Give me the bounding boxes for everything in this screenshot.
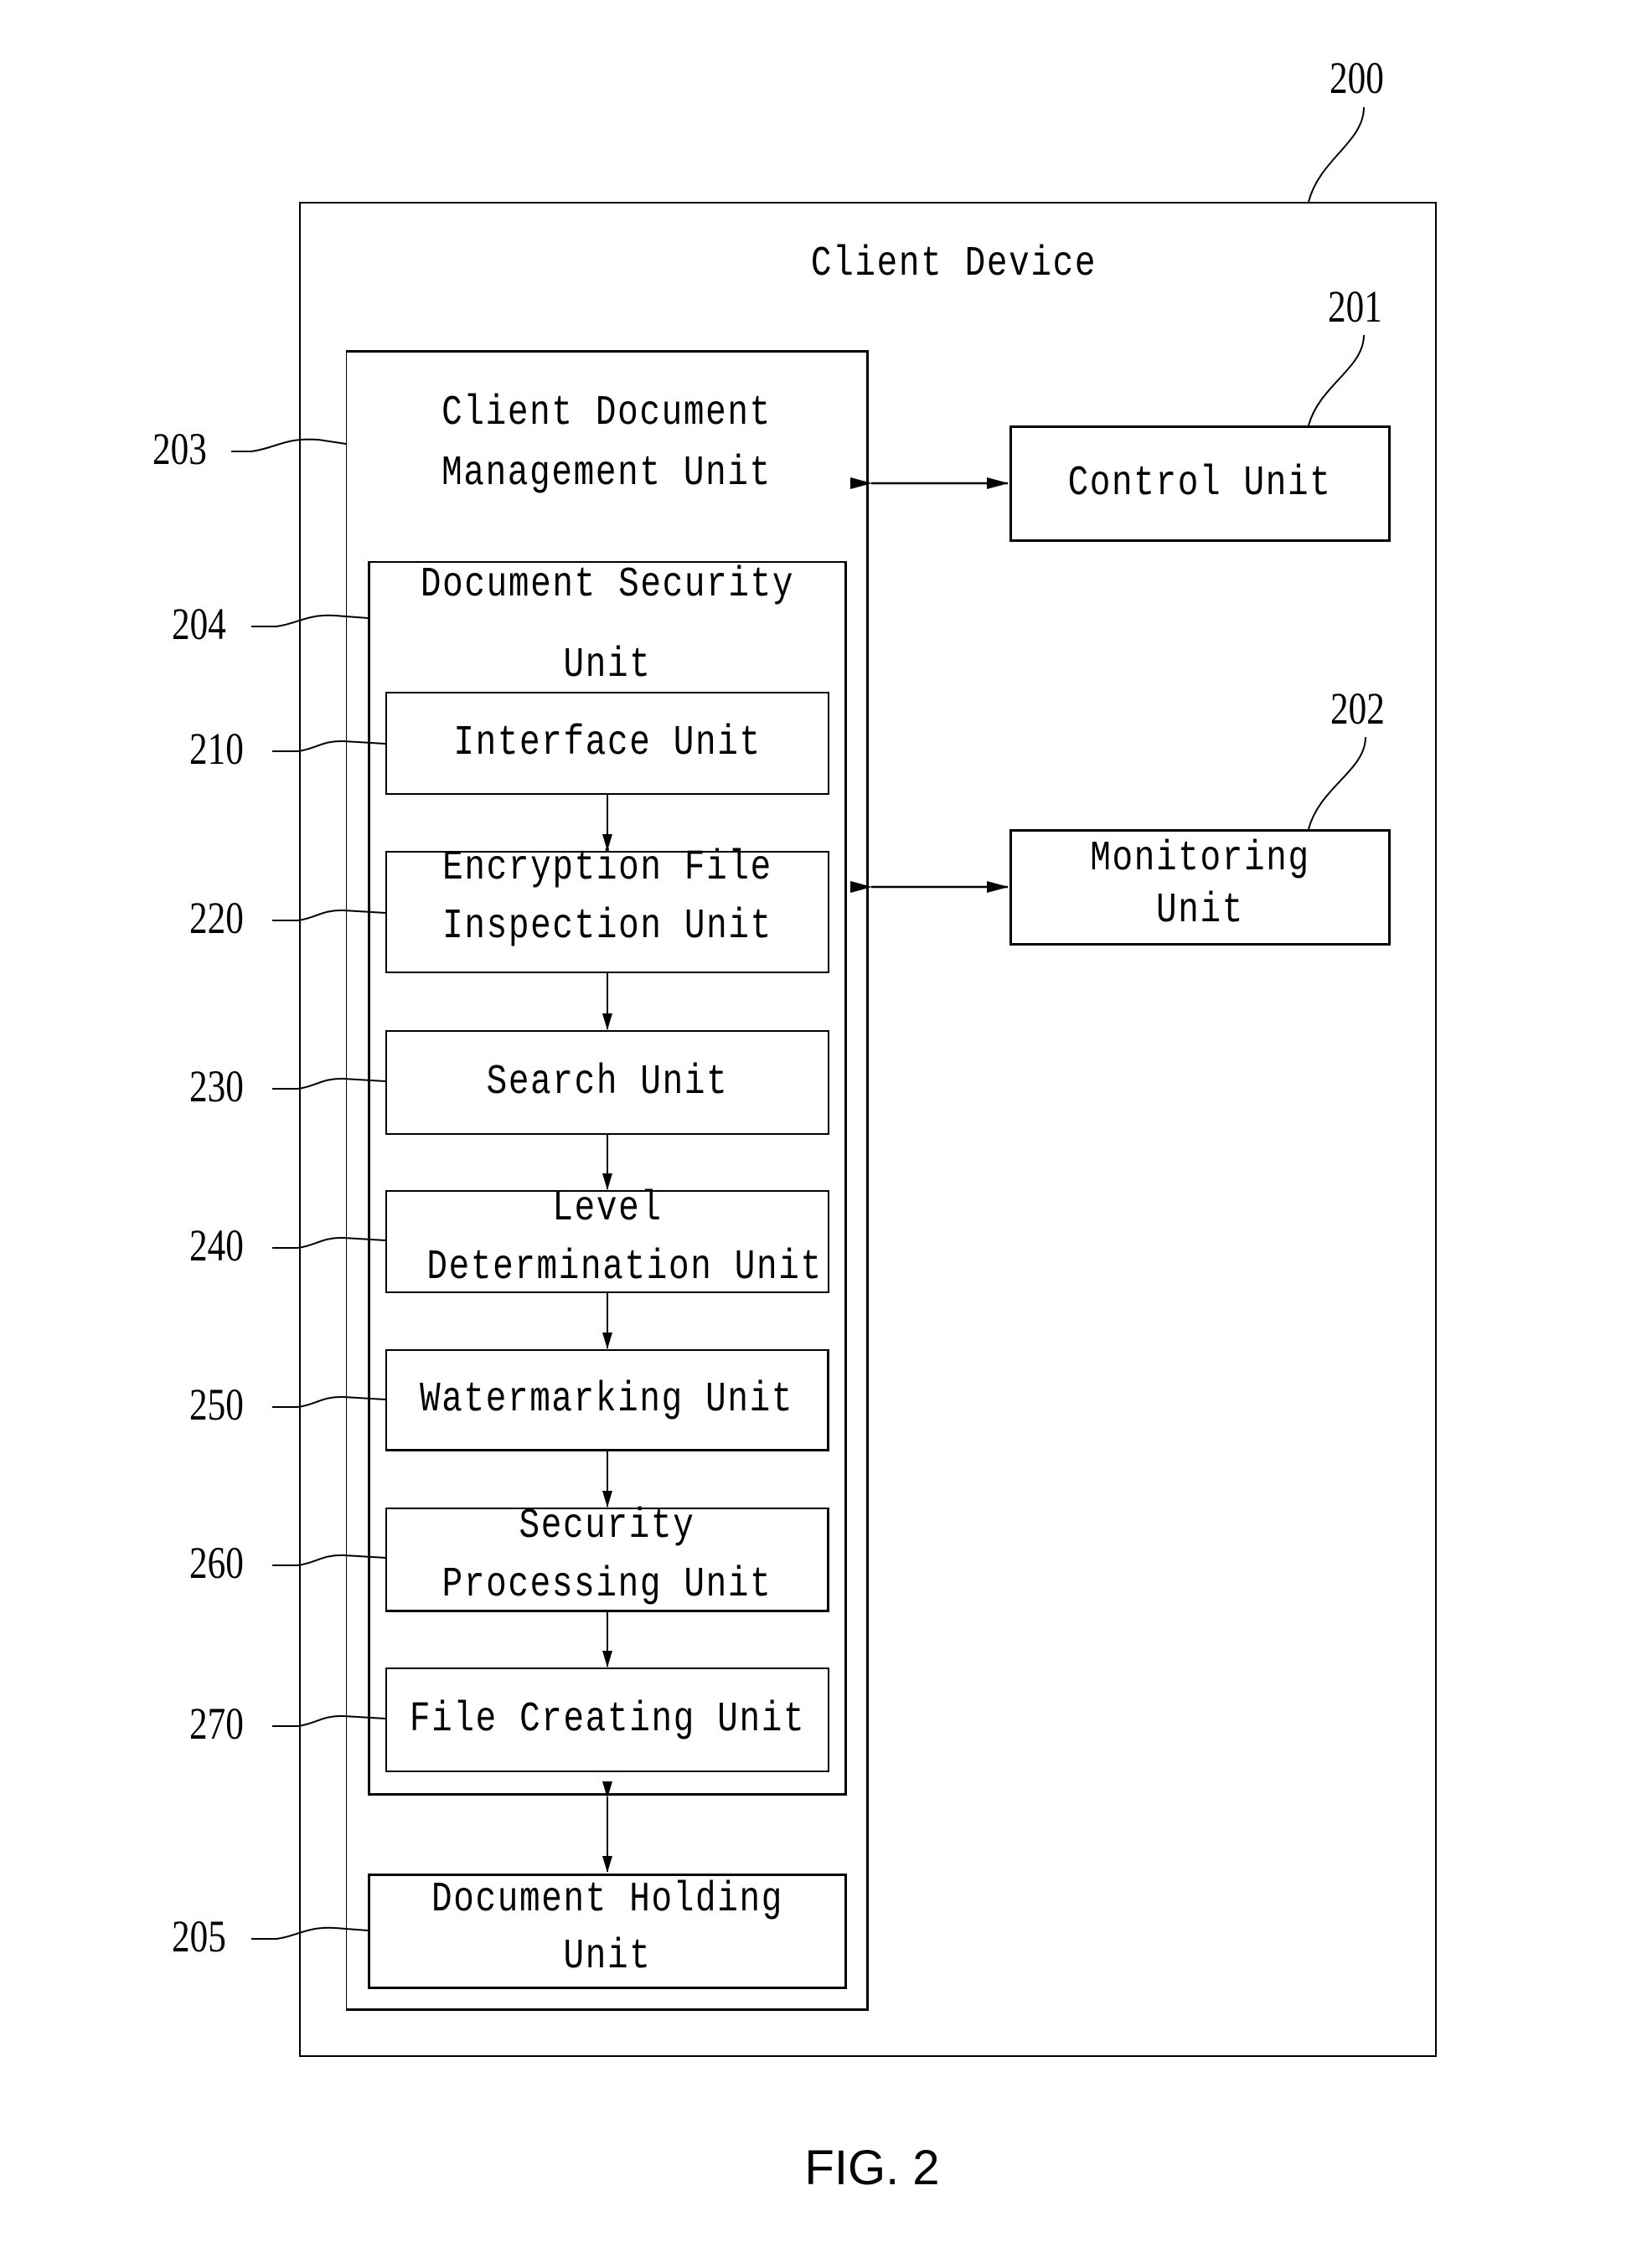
ref-203: 203 — [152, 424, 207, 474]
ref-205: 205 — [172, 1911, 226, 1961]
security-processing-label-line1: Security — [519, 1503, 695, 1550]
search-unit-box: Search Unit — [385, 1030, 829, 1135]
ref-240: 240 — [189, 1220, 244, 1271]
control-unit-label: Control Unit — [1068, 460, 1332, 508]
level-unit-label-line2: Determination Unit — [426, 1244, 823, 1291]
ref-260: 260 — [189, 1538, 244, 1588]
encryption-unit-label-line2: Inspection Unit — [442, 903, 772, 951]
ref-210: 210 — [189, 724, 244, 774]
dsu-label-line1: Document Security — [420, 561, 795, 609]
ref-230: 230 — [189, 1061, 244, 1111]
file-creating-unit-label: File Creating Unit — [409, 1696, 806, 1744]
ref-270: 270 — [189, 1698, 244, 1749]
ref-250: 250 — [189, 1379, 244, 1430]
interface-unit-box: Interface Unit — [385, 692, 829, 795]
file-creating-unit-box: File Creating Unit — [385, 1667, 829, 1772]
watermarking-unit-label: Watermarking Unit — [420, 1376, 794, 1424]
ref-204: 204 — [172, 599, 226, 649]
monitoring-unit-label-line2: Unit — [1156, 887, 1244, 935]
security-processing-label-line2: Processing Unit — [441, 1561, 772, 1609]
security-processing-unit-box: Security Processing Unit — [385, 1503, 829, 1612]
ref-220: 220 — [189, 893, 244, 943]
figure-caption: FIG. 2 — [804, 2141, 940, 2195]
dsu-label-line2: Unit — [563, 642, 652, 689]
monitoring-unit-box: Monitoring Unit — [1009, 829, 1391, 946]
interface-unit-label: Interface Unit — [453, 719, 762, 767]
level-determination-unit-box: Level Determination Unit — [385, 1185, 829, 1293]
watermarking-unit-box: Watermarking Unit — [385, 1349, 829, 1451]
level-unit-label-line1: Level — [552, 1185, 663, 1233]
holding-unit-label-line2: Unit — [563, 1933, 652, 1981]
ref-200: 200 — [1330, 53, 1384, 103]
holding-unit-label-line1: Document Holding — [431, 1876, 783, 1924]
cdmu-label-line2: Management Unit — [441, 450, 772, 497]
encryption-file-inspection-unit-box: Encryption File Inspection Unit — [385, 844, 829, 973]
search-unit-label: Search Unit — [486, 1059, 729, 1106]
leader-200 — [1308, 106, 1365, 203]
document-holding-unit-box: Document Holding Unit — [368, 1874, 847, 1989]
encryption-unit-label-line1: Encryption File — [442, 844, 772, 892]
monitoring-unit-label-line1: Monitoring — [1090, 835, 1310, 883]
client-device-title: Client Device — [810, 240, 1097, 288]
cdmu-label-line1: Client Document — [441, 389, 772, 437]
control-unit-box: Control Unit — [1009, 425, 1391, 542]
